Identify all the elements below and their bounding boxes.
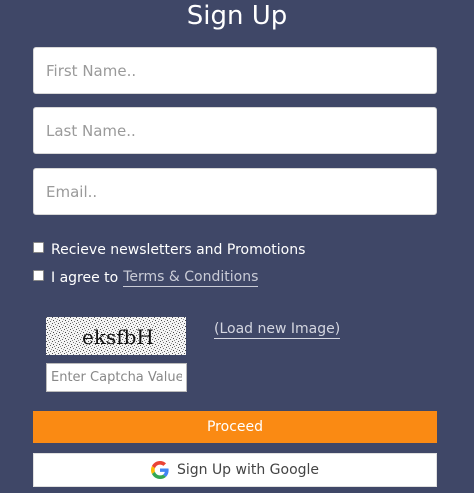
newsletter-row: Recieve newsletters and Promotions [33,240,305,260]
google-g-icon [150,461,169,479]
page-title: Sign Up [186,1,288,31]
load-new-image-link[interactable]: (Load new Image) [214,320,341,339]
google-signup-label: Sign Up with Google [176,462,320,478]
terms-prefix: I agree to [51,270,119,286]
proceed-button[interactable]: Proceed [33,411,437,443]
terms-checkbox[interactable] [33,270,44,281]
newsletter-checkbox[interactable] [33,242,44,253]
terms-link[interactable]: Terms & Conditions [123,269,259,287]
last-name-field[interactable] [33,107,437,154]
newsletter-label: Recieve newsletters and Promotions [51,242,306,258]
captcha-text: eksfbH [82,325,154,349]
captcha-input[interactable] [46,363,187,392]
first-name-field[interactable] [33,47,437,94]
email-field[interactable] [33,168,437,215]
captcha-image: eksfbH [46,317,186,355]
google-signup-button[interactable]: Sign Up with Google [33,453,437,487]
terms-row: I agree to Terms & Conditions [33,268,259,288]
